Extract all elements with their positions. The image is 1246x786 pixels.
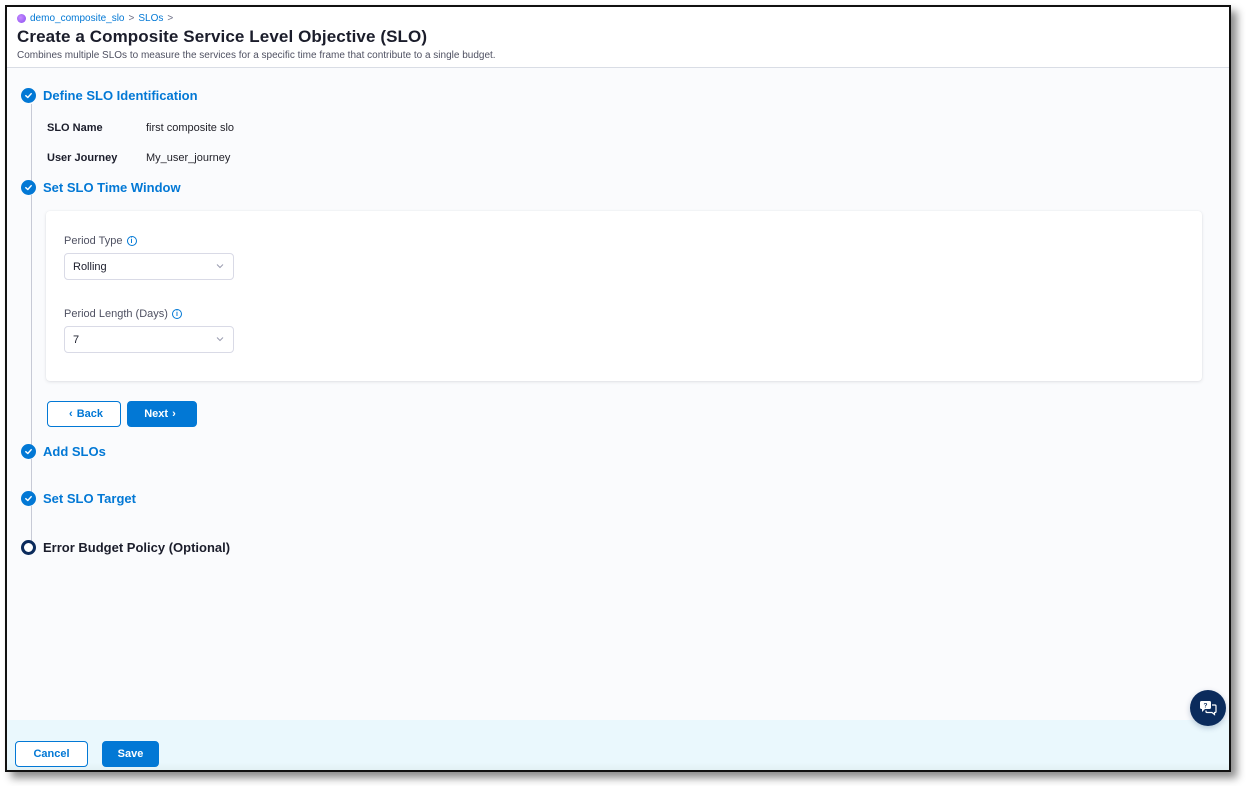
save-button[interactable]: Save xyxy=(102,741,159,767)
chat-help-icon: ? xyxy=(1200,701,1217,716)
step-title: Error Budget Policy (Optional) xyxy=(43,540,231,555)
summary-row-user-journey: User Journey My_user_journey xyxy=(47,152,230,164)
cancel-button-label: Cancel xyxy=(33,748,70,760)
period-type-label: Period Type i xyxy=(64,235,137,247)
next-button[interactable]: Next › xyxy=(127,401,197,427)
check-circle-icon xyxy=(21,491,36,506)
app-window: demo_composite_slo > SLOs > Create a Com… xyxy=(5,5,1231,772)
cancel-button[interactable]: Cancel xyxy=(15,741,88,767)
summary-key: SLO Name xyxy=(47,122,103,134)
period-length-select[interactable]: 7 xyxy=(64,326,234,353)
project-icon xyxy=(17,13,26,23)
page-title: Create a Composite Service Level Objecti… xyxy=(17,27,428,46)
back-button[interactable]: ‹ Back xyxy=(47,401,121,427)
page-subtitle: Combines multiple SLOs to measure the se… xyxy=(17,50,496,61)
summary-value: My_user_journey xyxy=(146,152,231,164)
back-button-label: Back xyxy=(76,408,103,420)
time-window-card: Period Type i Rolling Period Length (Day… xyxy=(46,211,1202,381)
step-define-slo-identification[interactable]: Define SLO Identification xyxy=(21,88,198,103)
breadcrumb-separator: > xyxy=(167,12,174,24)
step-set-slo-time-window[interactable]: Set SLO Time Window xyxy=(21,180,181,195)
step-title: Add SLOs xyxy=(43,444,106,459)
check-circle-icon xyxy=(21,88,36,103)
breadcrumb-slos-link[interactable]: SLOs xyxy=(138,13,163,24)
breadcrumb-project-link[interactable]: demo_composite_slo xyxy=(30,13,125,24)
period-type-value: Rolling xyxy=(73,260,107,273)
svg-text:?: ? xyxy=(1204,703,1208,710)
help-chat-button[interactable]: ? xyxy=(1190,690,1226,726)
step-connector xyxy=(31,506,32,542)
info-icon[interactable]: i xyxy=(126,236,137,246)
breadcrumb-separator: > xyxy=(128,12,135,24)
step-set-slo-target[interactable]: Set SLO Target xyxy=(21,491,136,506)
page-header: demo_composite_slo > SLOs > Create a Com… xyxy=(7,7,1229,68)
check-circle-icon xyxy=(21,444,36,459)
save-button-label: Save xyxy=(117,748,144,760)
check-circle-icon xyxy=(21,180,36,195)
period-length-value: 7 xyxy=(73,333,80,346)
step-add-slos[interactable]: Add SLOs xyxy=(21,444,106,459)
chevron-left-icon: ‹ xyxy=(69,408,73,420)
step-title: Set SLO Time Window xyxy=(43,180,181,195)
info-icon[interactable]: i xyxy=(171,309,182,319)
step-error-budget-policy[interactable]: Error Budget Policy (Optional) xyxy=(21,540,230,555)
next-button-label: Next xyxy=(144,408,169,420)
summary-row-slo-name: SLO Name first composite slo xyxy=(47,122,234,134)
step-connector xyxy=(31,195,32,446)
summary-value: first composite slo xyxy=(146,122,235,134)
breadcrumb: demo_composite_slo > SLOs > xyxy=(17,11,1219,25)
period-type-label-text: Period Type xyxy=(64,235,123,247)
step-title: Define SLO Identification xyxy=(43,88,198,103)
period-length-label: Period Length (Days) i xyxy=(64,308,182,320)
step-title: Set SLO Target xyxy=(43,491,136,506)
chevron-right-icon: › xyxy=(172,408,176,420)
current-step-icon xyxy=(21,540,36,555)
period-type-select[interactable]: Rolling xyxy=(64,253,234,280)
step-connector xyxy=(31,104,32,184)
period-length-label-text: Period Length (Days) xyxy=(64,308,168,320)
chevron-down-icon xyxy=(216,264,224,269)
chevron-down-icon xyxy=(216,337,224,342)
footer-bar xyxy=(7,720,1229,770)
summary-key: User Journey xyxy=(47,152,118,164)
